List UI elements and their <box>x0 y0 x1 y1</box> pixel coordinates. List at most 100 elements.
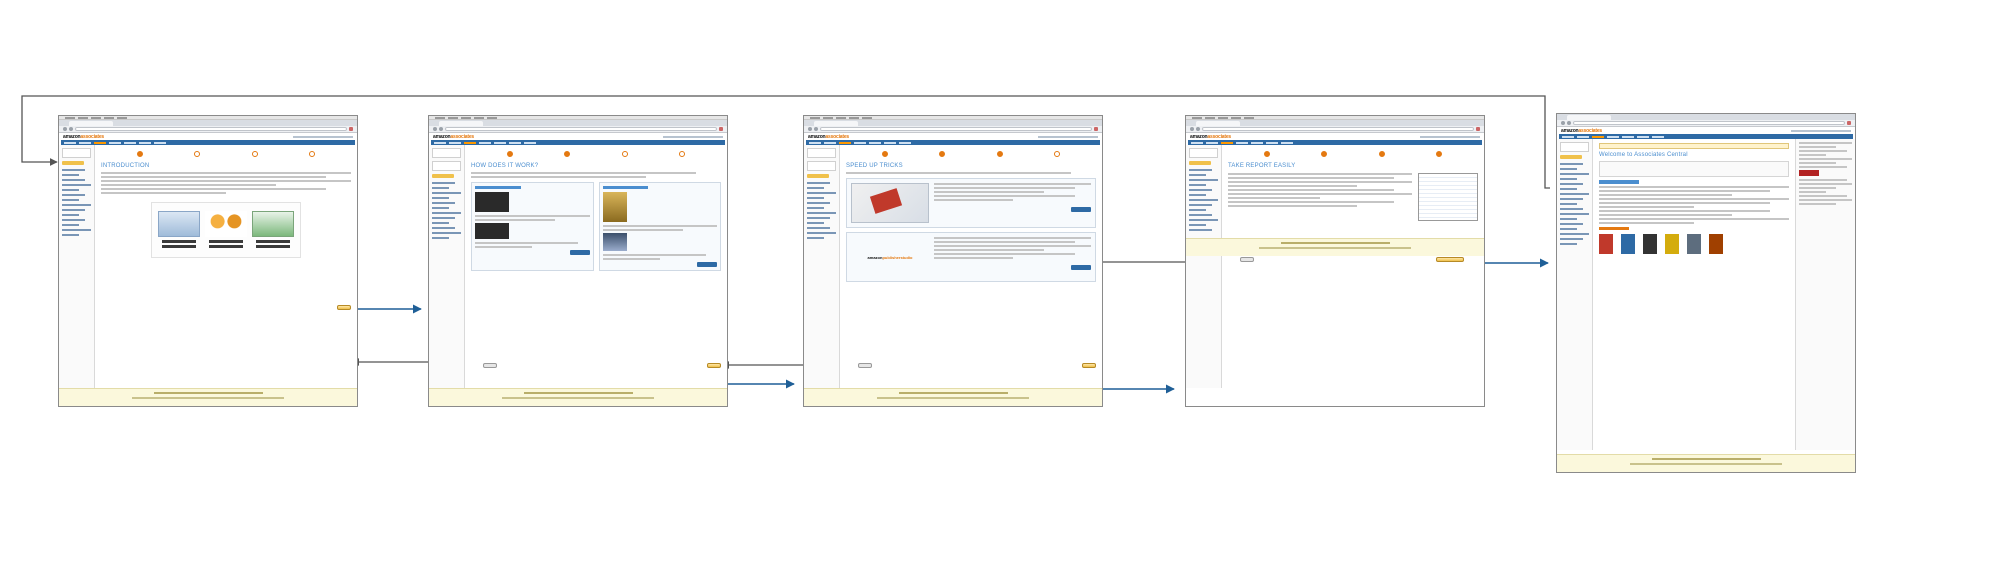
product-thumbnail[interactable] <box>1687 234 1701 254</box>
forward-icon[interactable] <box>69 127 73 131</box>
right-sidebar <box>1795 139 1855 450</box>
forward-icon[interactable] <box>439 127 443 131</box>
product-thumbnail[interactable] <box>1643 234 1657 254</box>
product-thumbnail[interactable] <box>1621 234 1635 254</box>
promo-badge <box>1799 170 1819 176</box>
main-content: TAKE REPORT EASILY <box>1222 145 1484 388</box>
address-bar[interactable] <box>1573 121 1845 125</box>
main-content: INTRODUCTION <box>95 145 357 388</box>
publisher-studio-button[interactable] <box>1071 265 1091 270</box>
browser-tab[interactable] <box>1567 115 1611 120</box>
sidebar-button[interactable] <box>807 174 829 178</box>
browser-tab[interactable] <box>69 121 113 126</box>
back-icon[interactable] <box>433 127 437 131</box>
site-stripe-button[interactable] <box>1071 207 1091 212</box>
earnings-image <box>252 210 295 237</box>
left-sidebar <box>804 145 840 388</box>
top-links[interactable] <box>663 135 723 138</box>
browser-urlbar <box>59 126 357 133</box>
progress-steps <box>856 151 1086 157</box>
extension-icon[interactable] <box>1094 127 1098 131</box>
top-links[interactable] <box>1791 129 1851 132</box>
address-bar[interactable] <box>75 127 347 131</box>
progress-steps <box>481 151 711 157</box>
people-image <box>204 210 247 237</box>
site-header: amazonassociates <box>1557 127 1855 134</box>
best-selling-heading <box>1599 227 1629 230</box>
sidebar-button[interactable] <box>1189 161 1211 165</box>
associates-alerts-heading <box>1599 180 1639 184</box>
forward-icon[interactable] <box>1196 127 1200 131</box>
forward-icon[interactable] <box>1567 121 1571 125</box>
extension-icon[interactable] <box>1847 121 1851 125</box>
browser-urlbar <box>429 126 727 133</box>
next-button[interactable] <box>1082 363 1096 368</box>
previous-button[interactable] <box>1240 257 1254 262</box>
address-bar[interactable] <box>1202 127 1474 131</box>
screen-how-does-it-work: amazonassociates HOW DOES IT WORK? <box>428 115 728 407</box>
top-links[interactable] <box>1038 135 1098 138</box>
extension-icon[interactable] <box>719 127 723 131</box>
amazon-associates-logo[interactable]: amazonassociates <box>63 134 104 140</box>
promo-graphic <box>151 202 301 258</box>
product-thumbnail[interactable] <box>1665 234 1679 254</box>
amazon-associates-logo[interactable]: amazonassociates <box>1561 128 1602 134</box>
top-links[interactable] <box>293 135 353 138</box>
back-icon[interactable] <box>1190 127 1194 131</box>
start-button[interactable] <box>1436 257 1464 262</box>
previous-button[interactable] <box>858 363 872 368</box>
page-title: TAKE REPORT EASILY <box>1228 163 1296 169</box>
sidebar-login-box <box>62 148 91 158</box>
screen-introduction: amazonassociates INTRODUCTION <box>58 115 358 407</box>
left-sidebar <box>1186 145 1222 388</box>
top-links[interactable] <box>1420 135 1480 138</box>
amazon-associates-logo[interactable]: amazonassociates <box>433 134 474 140</box>
product-thumbnail[interactable] <box>1599 234 1613 254</box>
next-button[interactable] <box>337 305 351 310</box>
browser-tab[interactable] <box>439 121 483 126</box>
get-links-button[interactable] <box>569 250 590 255</box>
extension-icon[interactable] <box>349 127 353 131</box>
back-icon[interactable] <box>808 127 812 131</box>
browser-urlbar <box>1186 126 1484 133</box>
page-title: HOW DOES IT WORK? <box>471 163 539 169</box>
earnings-report-image <box>1418 173 1478 221</box>
webpage-image <box>157 210 200 237</box>
page-footer <box>429 388 727 406</box>
main-content: Welcome to Associates Central <box>1593 139 1795 450</box>
product-thumbnail[interactable] <box>1709 234 1723 254</box>
sidebar-button[interactable] <box>432 174 454 178</box>
forward-icon[interactable] <box>814 127 818 131</box>
previous-button[interactable] <box>483 363 497 368</box>
extension-icon[interactable] <box>1476 127 1480 131</box>
sidebar-button[interactable] <box>62 161 84 165</box>
address-bar[interactable] <box>820 127 1092 131</box>
publisher-studio-section: amazonpublisherstudio <box>846 232 1096 282</box>
sidebar-button[interactable] <box>1560 155 1582 159</box>
page-footer <box>1557 454 1855 472</box>
back-icon[interactable] <box>63 127 67 131</box>
page-footer <box>804 388 1102 406</box>
address-bar[interactable] <box>445 127 717 131</box>
page-title: Welcome to Associates Central <box>1599 152 1688 158</box>
amazon-associates-logo[interactable]: amazonassociates <box>808 134 849 140</box>
browser-urlbar <box>804 126 1102 133</box>
amazon-associates-logo[interactable]: amazonassociates <box>1190 134 1231 140</box>
back-icon[interactable] <box>1561 121 1565 125</box>
main-content: HOW DOES IT WORK? <box>465 145 727 388</box>
progress-steps <box>1238 151 1468 157</box>
page-footer <box>59 388 357 406</box>
links-banners-panel <box>471 182 594 271</box>
page-footer <box>1186 238 1484 256</box>
browser-tab[interactable] <box>1196 121 1240 126</box>
widgets-panel <box>598 182 721 271</box>
site-header: amazonassociates <box>804 133 1102 140</box>
alert-banner <box>1599 143 1789 149</box>
left-sidebar <box>59 145 95 388</box>
next-button[interactable] <box>707 363 721 368</box>
browser-tab[interactable] <box>814 121 858 126</box>
get-widgets-button[interactable] <box>697 262 717 267</box>
screen-welcome-associates-central: amazonassociates Welcome to Associates C… <box>1556 113 1856 473</box>
site-header: amazonassociates <box>429 133 727 140</box>
progress-steps <box>111 151 341 157</box>
